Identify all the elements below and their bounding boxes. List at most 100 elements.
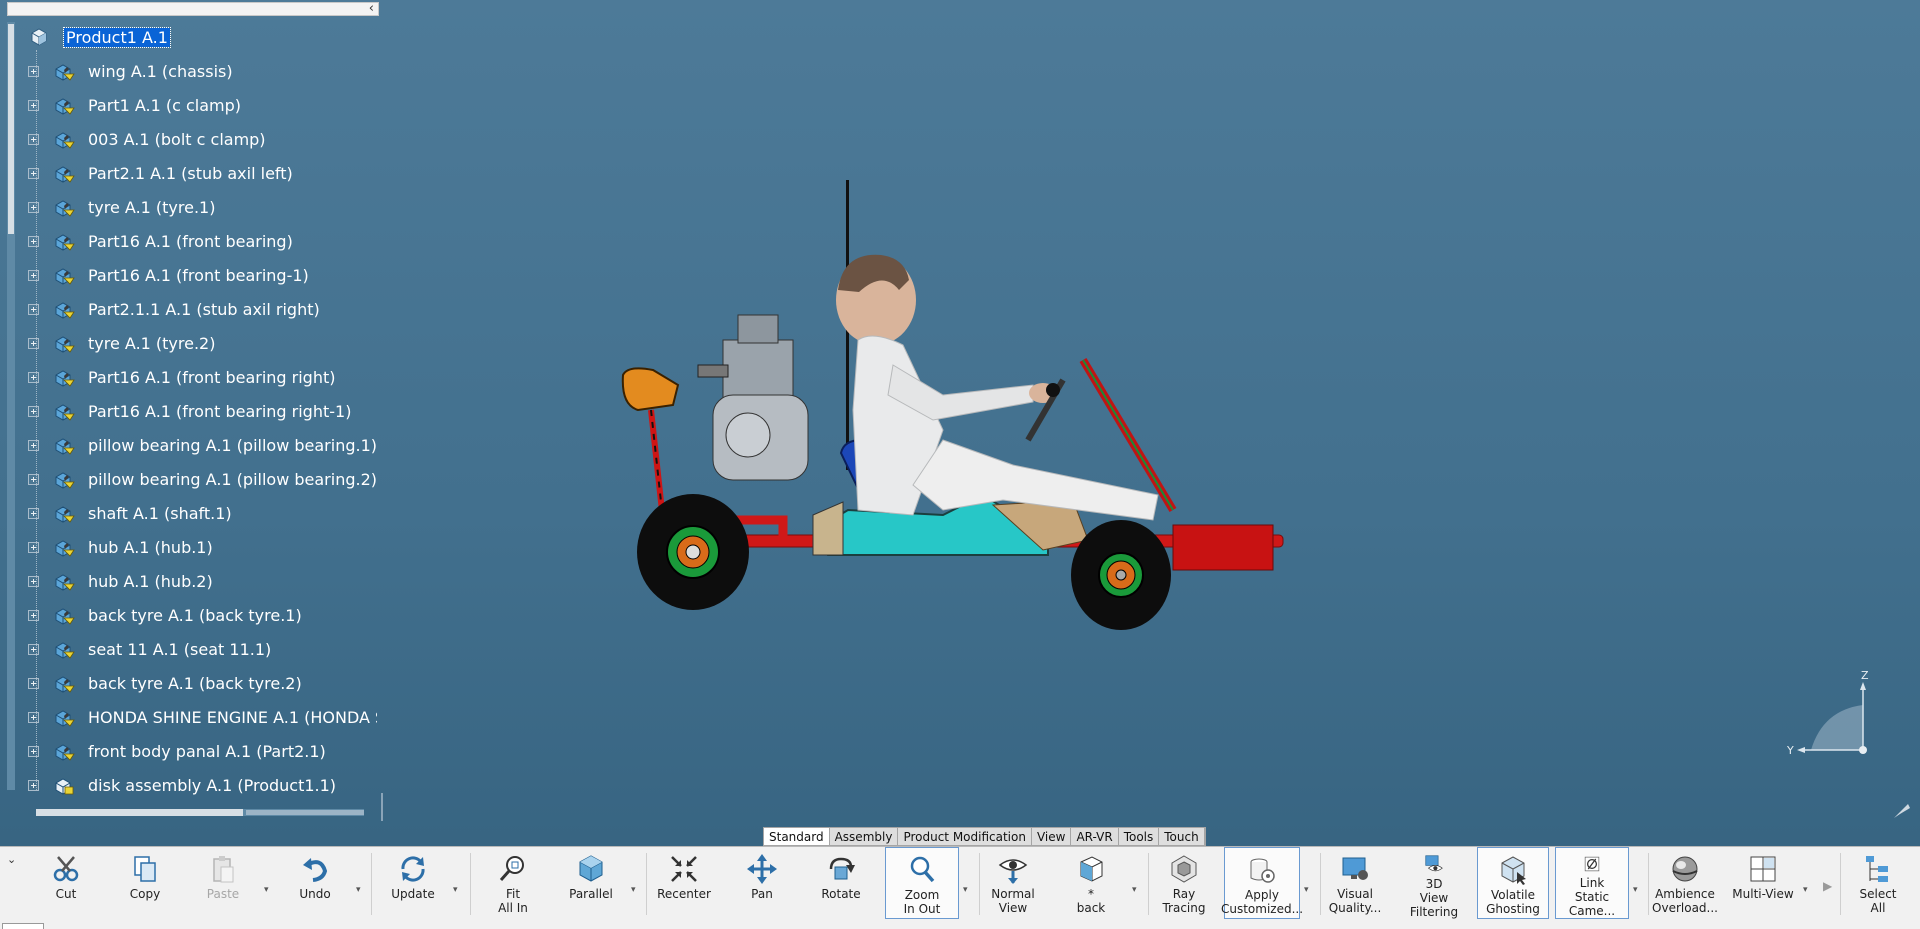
expand-node-icon[interactable] [28, 643, 39, 655]
scrollbar-thumb[interactable] [8, 24, 14, 234]
volatile-ghosting-button[interactable]: Volatile Ghosting [1477, 847, 1549, 919]
expand-node-icon[interactable] [28, 303, 39, 315]
expand-node-icon[interactable] [28, 167, 39, 179]
tree-node[interactable]: Part16 A.1 (front bearing-1) [28, 260, 309, 290]
compass-axis-icon[interactable]: Z Y [1783, 670, 1883, 770]
tree-node[interactable]: front body panal A.1 (Part2.1) [28, 736, 326, 766]
tree-node[interactable]: pillow bearing A.1 (pillow bearing.2) [28, 464, 377, 494]
expand-node-icon[interactable] [28, 99, 39, 111]
tree-node-label[interactable]: Part2.1.1 A.1 (stub axil right) [88, 300, 320, 319]
zoom-dropdown-icon[interactable]: ▾ [963, 885, 968, 895]
tree-node[interactable]: Part2.1.1 A.1 (stub axil right) [28, 294, 320, 324]
tree-node[interactable]: Part2.1 A.1 (stub axil left) [28, 158, 293, 188]
tree-node-label[interactable]: 003 A.1 (bolt c clamp) [88, 130, 266, 149]
multi-view-button[interactable]: Multi-View [1728, 847, 1798, 919]
tree-node-label[interactable]: Part16 A.1 (front bearing-1) [88, 266, 309, 285]
apply-customized-button[interactable]: Apply Customized... [1221, 847, 1303, 919]
expand-node-icon[interactable] [28, 371, 39, 383]
tree-node-label[interactable]: Part16 A.1 (front bearing right) [88, 368, 335, 387]
tab-assembly[interactable]: Assembly [829, 828, 899, 845]
go-kart-model[interactable] [613, 180, 1333, 640]
expand-node-icon[interactable] [28, 541, 39, 553]
tree-node-label[interactable]: Part16 A.1 (front bearing right-1) [88, 402, 351, 421]
expand-node-icon[interactable] [28, 201, 39, 213]
apply-customized-dropdown-icon[interactable]: ▾ [1304, 885, 1309, 895]
action-bar-menu-chevron-icon[interactable]: ⌄ [7, 853, 16, 866]
tree-node-label[interactable]: disk assembly A.1 (Product1.1) [88, 776, 336, 795]
tree-node-label[interactable]: pillow bearing A.1 (pillow bearing.2) [88, 470, 377, 489]
tree-node-label[interactable]: pillow bearing A.1 (pillow bearing.1) [88, 436, 377, 455]
3d-viewport[interactable]: Z Y [383, 0, 1920, 829]
expand-node-icon[interactable] [28, 337, 39, 349]
tree-root[interactable]: Product1 A.1 [28, 22, 171, 52]
pan-button[interactable]: Pan [734, 847, 790, 919]
expand-node-icon[interactable] [28, 609, 39, 621]
tree-node[interactable]: back tyre A.1 (back tyre.1) [28, 600, 302, 630]
tree-node-label[interactable]: back tyre A.1 (back tyre.1) [88, 606, 302, 625]
tree-node[interactable]: Part1 A.1 (c clamp) [28, 90, 241, 120]
expand-node-icon[interactable] [28, 507, 39, 519]
expand-node-icon[interactable] [28, 269, 39, 281]
expand-node-icon[interactable] [28, 65, 39, 77]
tree-node[interactable]: Part16 A.1 (front bearing) [28, 226, 293, 256]
parallel-button[interactable]: Parallel [563, 847, 619, 919]
tree-node-label[interactable]: back tyre A.1 (back tyre.2) [88, 674, 302, 693]
tree-node[interactable]: hub A.1 (hub.1) [28, 532, 213, 562]
copy-button[interactable]: Copy [117, 847, 173, 919]
tree-node-label[interactable]: wing A.1 (chassis) [88, 62, 233, 81]
zoom-in-out-button[interactable]: Zoom In Out [885, 847, 959, 919]
tree-node-label[interactable]: Part1 A.1 (c clamp) [88, 96, 241, 115]
tree-node-label[interactable]: Part2.1 A.1 (stub axil left) [88, 164, 293, 183]
expand-node-icon[interactable] [28, 405, 39, 417]
recenter-button[interactable]: Recenter [656, 847, 712, 919]
tab-standard[interactable]: Standard [764, 828, 830, 845]
expand-node-icon[interactable] [28, 745, 39, 757]
expand-node-icon[interactable] [28, 235, 39, 247]
expand-node-icon[interactable] [28, 473, 39, 485]
tree-node[interactable]: Part16 A.1 (front bearing right-1) [28, 396, 351, 426]
tab-touch[interactable]: Touch [1159, 828, 1205, 845]
tab-view[interactable]: View [1031, 828, 1072, 845]
tree-node-label[interactable]: shaft A.1 (shaft.1) [88, 504, 232, 523]
tab-ar-vr[interactable]: AR-VR [1071, 828, 1119, 845]
tree-node[interactable]: tyre A.1 (tyre.1) [28, 192, 215, 222]
tree-node[interactable]: back tyre A.1 (back tyre.2) [28, 668, 302, 698]
view-dropdown-icon[interactable]: ▾ [1132, 885, 1137, 895]
parallel-dropdown-icon[interactable]: ▾ [631, 885, 636, 895]
paste-dropdown-icon[interactable]: ▾ [264, 885, 269, 895]
update-button[interactable]: Update [383, 847, 443, 919]
undo-dropdown-icon[interactable]: ▾ [356, 885, 361, 895]
link-static-camera-button[interactable]: Link Static Came... [1555, 847, 1629, 919]
tree-node-label[interactable]: tyre A.1 (tyre.1) [88, 198, 215, 217]
tab-product-modification[interactable]: Product Modification [898, 828, 1032, 845]
tree-node-label[interactable]: hub A.1 (hub.2) [88, 572, 213, 591]
fit-all-in-button[interactable]: Fit All In [485, 847, 541, 919]
multi-view-dropdown-icon[interactable]: ▾ [1803, 885, 1808, 895]
scrollbar-thumb[interactable] [36, 809, 243, 816]
tree-node[interactable]: disk assembly A.1 (Product1.1) [28, 770, 336, 800]
tree-node[interactable]: HONDA SHINE ENGINE A.1 (HONDA S [28, 702, 377, 732]
expand-node-icon[interactable] [28, 779, 39, 791]
camera-dropdown-icon[interactable]: ▾ [1633, 885, 1638, 895]
tree-node[interactable]: pillow bearing A.1 (pillow bearing.1) [28, 430, 377, 460]
visual-quality-button[interactable]: Visual Quality... [1327, 847, 1383, 919]
tree-node[interactable]: Part16 A.1 (front bearing right) [28, 362, 335, 392]
undo-button[interactable]: Undo [287, 847, 343, 919]
cut-button[interactable]: Cut [38, 847, 94, 919]
tree-node[interactable]: tyre A.1 (tyre.2) [28, 328, 215, 358]
more-commands-arrow-icon[interactable]: ▶ [1823, 879, 1832, 893]
paste-button[interactable]: Paste [195, 847, 251, 919]
tree-root-label[interactable]: Product1 A.1 [63, 26, 171, 48]
3d-view-filtering-button[interactable]: 3D View Filtering [1398, 847, 1470, 919]
tree-node-label[interactable]: seat 11 A.1 (seat 11.1) [88, 640, 271, 659]
tree-node[interactable]: 003 A.1 (bolt c clamp) [28, 124, 266, 154]
viewport-corner-arrow-icon[interactable] [1892, 800, 1912, 820]
collapse-panel-icon[interactable]: ‹ [369, 1, 374, 16]
tree-node-label[interactable]: HONDA SHINE ENGINE A.1 (HONDA S [88, 708, 377, 727]
scrollbar-track[interactable] [246, 810, 364, 815]
rotate-button[interactable]: Rotate [813, 847, 869, 919]
ambience-overload-button[interactable]: Ambience Overload... [1652, 847, 1718, 919]
expand-node-icon[interactable] [28, 711, 39, 723]
tree-node[interactable]: hub A.1 (hub.2) [28, 566, 213, 596]
tree-node-label[interactable]: Part16 A.1 (front bearing) [88, 232, 293, 251]
